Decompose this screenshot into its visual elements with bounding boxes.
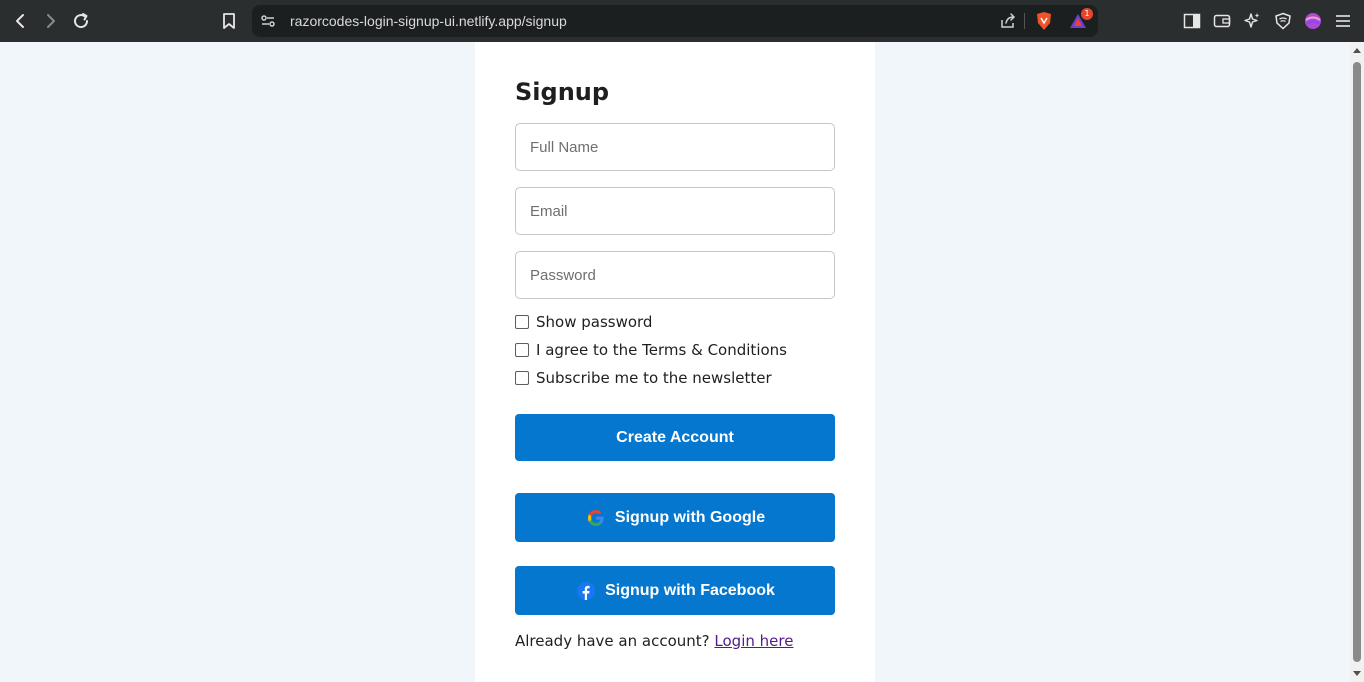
signup-facebook-label: Signup with Facebook [605, 581, 775, 599]
login-prompt-text: Already have an account? [515, 632, 710, 650]
vpn-icon[interactable] [1271, 9, 1295, 33]
signup-facebook-button[interactable]: Signup with Facebook [515, 566, 835, 615]
share-icon[interactable] [996, 9, 1020, 33]
signup-card: Signup Show password I agree to the Term… [475, 42, 875, 682]
brave-shield-icon[interactable] [1032, 9, 1056, 33]
brave-rewards-icon[interactable]: 1 [1066, 8, 1093, 33]
menu-icon[interactable] [1331, 9, 1355, 33]
forward-icon[interactable] [38, 9, 62, 33]
signup-google-label: Signup with Google [614, 508, 766, 526]
terms-checkbox[interactable] [515, 343, 529, 357]
newsletter-row[interactable]: Subscribe me to the newsletter [515, 368, 772, 388]
divider [1024, 13, 1025, 29]
scrollbar-thumb[interactable] [1353, 62, 1361, 662]
browser-toolbar: razorcodes-login-signup-ui.netlify.app/s… [0, 0, 1364, 42]
create-account-button[interactable]: Create Account [515, 414, 835, 461]
terms-row[interactable]: I agree to the Terms & Conditions [515, 340, 787, 360]
page-scrollbar[interactable] [1350, 42, 1364, 682]
back-icon[interactable] [9, 9, 33, 33]
page-background: Signup Show password I agree to the Term… [0, 42, 1350, 682]
reload-icon[interactable] [69, 9, 93, 33]
show-password-checkbox[interactable] [515, 315, 529, 329]
facebook-icon [575, 580, 597, 602]
profile-icon[interactable] [1301, 9, 1325, 33]
scroll-up-arrow-icon[interactable] [1353, 48, 1361, 53]
show-password-label[interactable]: Show password [536, 313, 652, 331]
password-field[interactable] [515, 251, 835, 299]
email-field[interactable] [515, 187, 835, 235]
google-icon [585, 507, 607, 529]
notification-badge: 1 [1081, 8, 1093, 20]
scroll-down-arrow-icon[interactable] [1353, 671, 1361, 676]
wallet-icon[interactable] [1210, 9, 1234, 33]
url-text[interactable]: razorcodes-login-signup-ui.netlify.app/s… [290, 13, 567, 29]
site-info-icon[interactable] [256, 9, 280, 33]
bookmark-icon[interactable] [217, 9, 241, 33]
show-password-row[interactable]: Show password [515, 312, 652, 332]
login-link[interactable]: Login here [714, 632, 793, 650]
full-name-field[interactable] [515, 123, 835, 171]
leo-ai-icon[interactable] [1240, 9, 1264, 33]
create-account-label: Create Account [616, 428, 734, 446]
login-prompt: Already have an account? Login here [515, 632, 793, 650]
terms-label[interactable]: I agree to the Terms & Conditions [536, 341, 787, 359]
sidebar-icon[interactable] [1180, 9, 1204, 33]
signup-google-button[interactable]: Signup with Google [515, 493, 835, 542]
newsletter-label[interactable]: Subscribe me to the newsletter [536, 369, 772, 387]
newsletter-checkbox[interactable] [515, 371, 529, 385]
address-bar[interactable]: razorcodes-login-signup-ui.netlify.app/s… [252, 5, 1098, 37]
page-title: Signup [515, 78, 610, 106]
